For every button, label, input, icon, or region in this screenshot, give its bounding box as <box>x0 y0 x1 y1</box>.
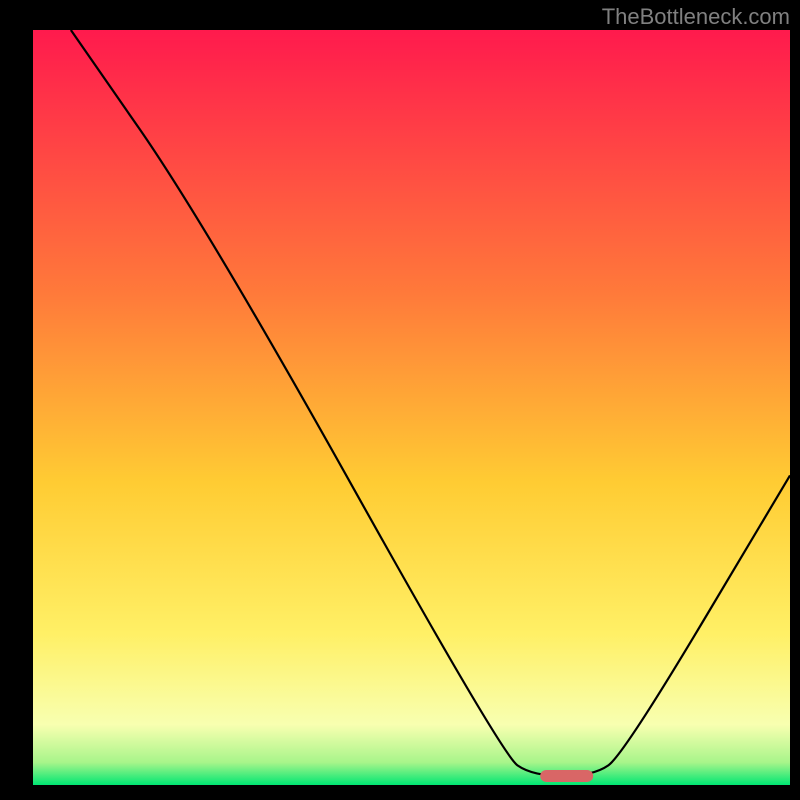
gradient-background <box>33 30 790 785</box>
chart-container: TheBottleneck.com <box>0 0 800 800</box>
plot-area <box>33 30 790 785</box>
watermark-text: TheBottleneck.com <box>602 4 790 30</box>
optimal-marker <box>540 770 593 782</box>
bottleneck-chart <box>0 0 800 800</box>
